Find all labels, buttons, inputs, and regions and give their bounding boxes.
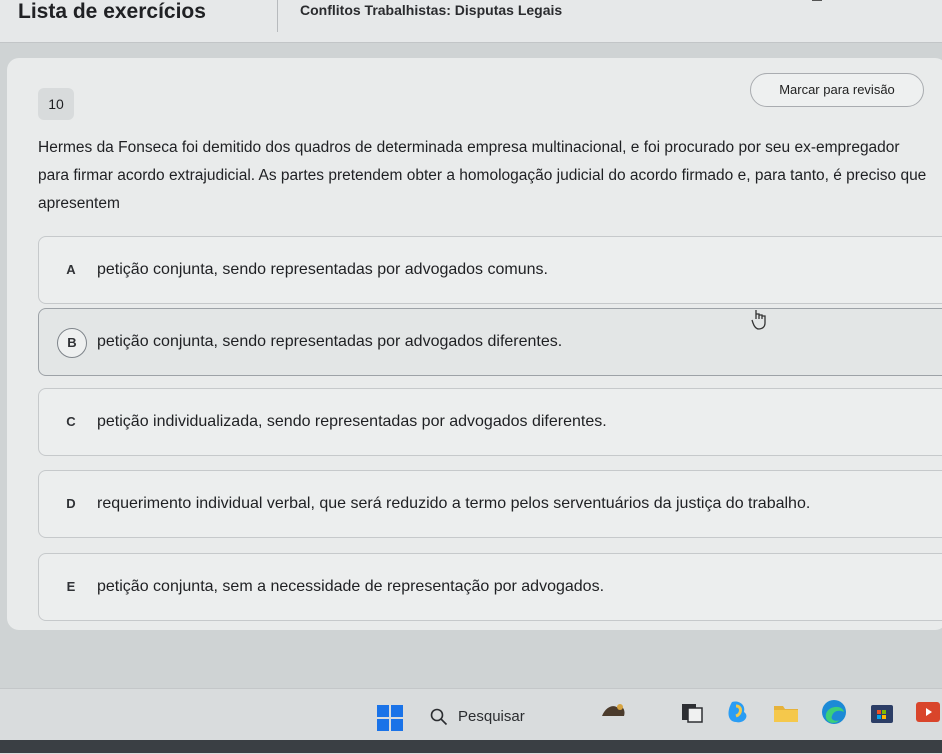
- title-divider: [277, 0, 278, 32]
- option-letter: B: [57, 328, 87, 358]
- file-explorer-icon[interactable]: [772, 698, 800, 726]
- search-label: Pesquisar: [458, 708, 525, 725]
- option-b[interactable]: B petição conjunta, sendo representadas …: [38, 308, 942, 376]
- option-letter: E: [66, 579, 76, 594]
- store-icon[interactable]: [868, 698, 896, 726]
- option-letter: C: [66, 414, 76, 429]
- option-text: petição conjunta, sendo representadas po…: [97, 333, 563, 350]
- progress-marker: [812, 0, 822, 9]
- exercise-subtitle: Conflitos Trabalhistas: Disputas Legais: [300, 2, 563, 18]
- question-text: Hermes da Fonseca foi demitido dos quadr…: [38, 139, 927, 212]
- option-d[interactable]: D requerimento individual verbal, que se…: [38, 470, 942, 538]
- option-text: petição individualizada, sendo represent…: [97, 413, 607, 430]
- screen-bezel: [0, 740, 942, 753]
- option-text: requerimento individual verbal, que será…: [97, 495, 811, 512]
- option-a[interactable]: A petição conjunta, sendo representadas …: [38, 236, 942, 304]
- option-text: petição conjunta, sem a necessidade de r…: [97, 578, 605, 595]
- question-number: 10: [38, 88, 74, 120]
- edge-icon[interactable]: [820, 698, 848, 726]
- hand-cursor-icon: [751, 310, 766, 330]
- top-bar: Lista de exercícios Conflitos Trabalhist…: [0, 0, 942, 43]
- widget-icon[interactable]: [600, 698, 628, 726]
- app-title: Lista de exercícios: [18, 0, 206, 23]
- option-e[interactable]: E petição conjunta, sem a necessidade de…: [38, 553, 942, 621]
- media-icon[interactable]: [914, 698, 942, 726]
- option-letter: D: [66, 496, 76, 511]
- search-icon: [430, 708, 448, 726]
- task-view-icon[interactable]: [678, 698, 706, 726]
- copilot-icon[interactable]: [724, 698, 752, 726]
- mark-for-review-button[interactable]: Marcar para revisão: [750, 73, 924, 107]
- windows-start-icon[interactable]: [376, 704, 404, 732]
- option-c[interactable]: C petição individualizada, sendo represe…: [38, 388, 942, 456]
- option-text: petição conjunta, sendo representadas po…: [97, 261, 548, 278]
- option-letter: A: [66, 262, 76, 277]
